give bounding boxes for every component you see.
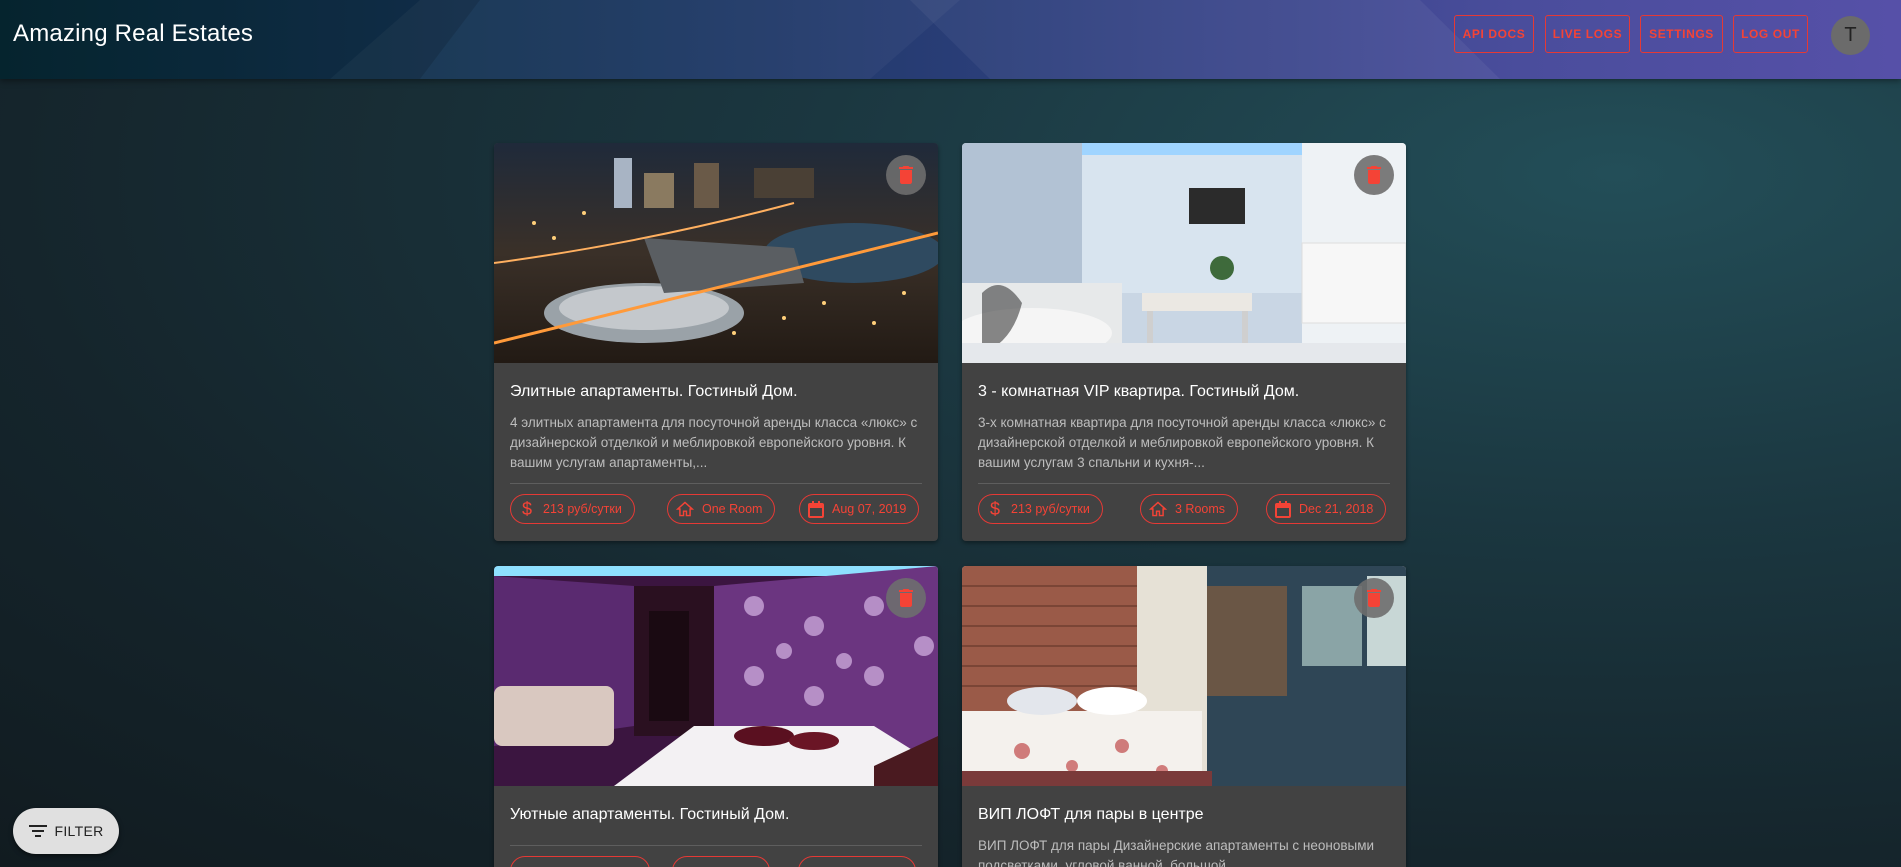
home-icon	[676, 501, 694, 517]
night-city-photo	[494, 143, 938, 363]
trash-icon	[899, 589, 913, 607]
listing-description: 3-х комнатная квартира для посуточной ар…	[978, 415, 1386, 470]
delete-button[interactable]	[1354, 155, 1394, 195]
delete-button[interactable]	[886, 155, 926, 195]
price-chip[interactable]	[510, 856, 650, 867]
card-divider	[510, 845, 922, 846]
filter-icon	[28, 824, 47, 838]
delete-button[interactable]	[1354, 578, 1394, 618]
listing-description: 4 элитных апартамента для посуточной аре…	[510, 415, 918, 470]
loft-bedroom-photo	[962, 566, 1406, 786]
date-chip[interactable]	[798, 856, 916, 867]
dollar-icon: $	[987, 500, 1003, 518]
dollar-icon: $	[519, 500, 535, 518]
listing-description: ВИП ЛОФТ для пары Дизайнерские апартамен…	[978, 838, 1375, 867]
home-icon	[1149, 501, 1167, 517]
price-chip[interactable]: $ 213 руб/сутки	[978, 494, 1103, 524]
price-chip[interactable]: $ 213 руб/сутки	[510, 494, 635, 524]
filter-label: FILTER	[54, 823, 104, 839]
svg-text:$: $	[990, 500, 1000, 518]
calendar-icon	[808, 500, 824, 518]
card-divider	[978, 483, 1390, 484]
price-label: 213 руб/сутки	[543, 502, 622, 516]
listing-card[interactable]: Элитные апартаменты. Гостиный Дом. 4 эли…	[494, 143, 938, 541]
purple-bedroom-photo	[494, 566, 938, 786]
living-room-photo	[962, 143, 1406, 363]
price-label: 213 руб/сутки	[1011, 502, 1090, 516]
listing-title: ВИП ЛОФТ для пары в центре	[978, 806, 1204, 823]
trash-icon	[1367, 166, 1381, 184]
api-docs-button[interactable]: API DOCS	[1454, 15, 1534, 53]
rooms-chip[interactable]: 3 Rooms	[1140, 494, 1239, 524]
calendar-icon	[1275, 500, 1291, 518]
date-label: Aug 07, 2019	[832, 502, 907, 516]
trash-icon	[1367, 589, 1381, 607]
rooms-chip[interactable]	[672, 856, 770, 867]
rooms-label: One Room	[702, 502, 763, 516]
listing-card[interactable]: Уютные апартаменты. Гостиный Дом.	[494, 566, 938, 867]
listing-title: 3 - комнатная VIP квартира. Гостиный Дом…	[978, 383, 1300, 400]
rooms-chip[interactable]: One Room	[667, 494, 776, 524]
listing-title: Элитные апартаменты. Гостиный Дом.	[510, 383, 798, 400]
user-avatar[interactable]: T	[1831, 16, 1870, 55]
rooms-label: 3 Rooms	[1175, 502, 1226, 516]
date-chip[interactable]: Aug 07, 2019	[799, 494, 920, 524]
listing-title: Уютные апартаменты. Гостиный Дом.	[510, 806, 790, 823]
card-divider	[510, 483, 922, 484]
delete-button[interactable]	[886, 578, 926, 618]
app-bar: Amazing Real Estates API DOCS LIVE LOGS …	[0, 0, 1901, 79]
trash-icon	[899, 166, 913, 184]
live-logs-button[interactable]: LIVE LOGS	[1545, 15, 1630, 53]
date-label: Dec 21, 2018	[1299, 502, 1374, 516]
settings-button[interactable]: SETTINGS	[1640, 15, 1723, 53]
svg-text:$: $	[522, 500, 532, 518]
listing-card[interactable]: 3 - комнатная VIP квартира. Гостиный Дом…	[962, 143, 1406, 541]
log-out-button[interactable]: LOG OUT	[1733, 15, 1808, 53]
listing-card[interactable]: ВИП ЛОФТ для пары в центре ВИП ЛОФТ для …	[962, 566, 1406, 867]
date-chip[interactable]: Dec 21, 2018	[1266, 494, 1387, 524]
filter-button[interactable]: FILTER	[13, 808, 119, 854]
app-title: Amazing Real Estates	[13, 20, 254, 47]
